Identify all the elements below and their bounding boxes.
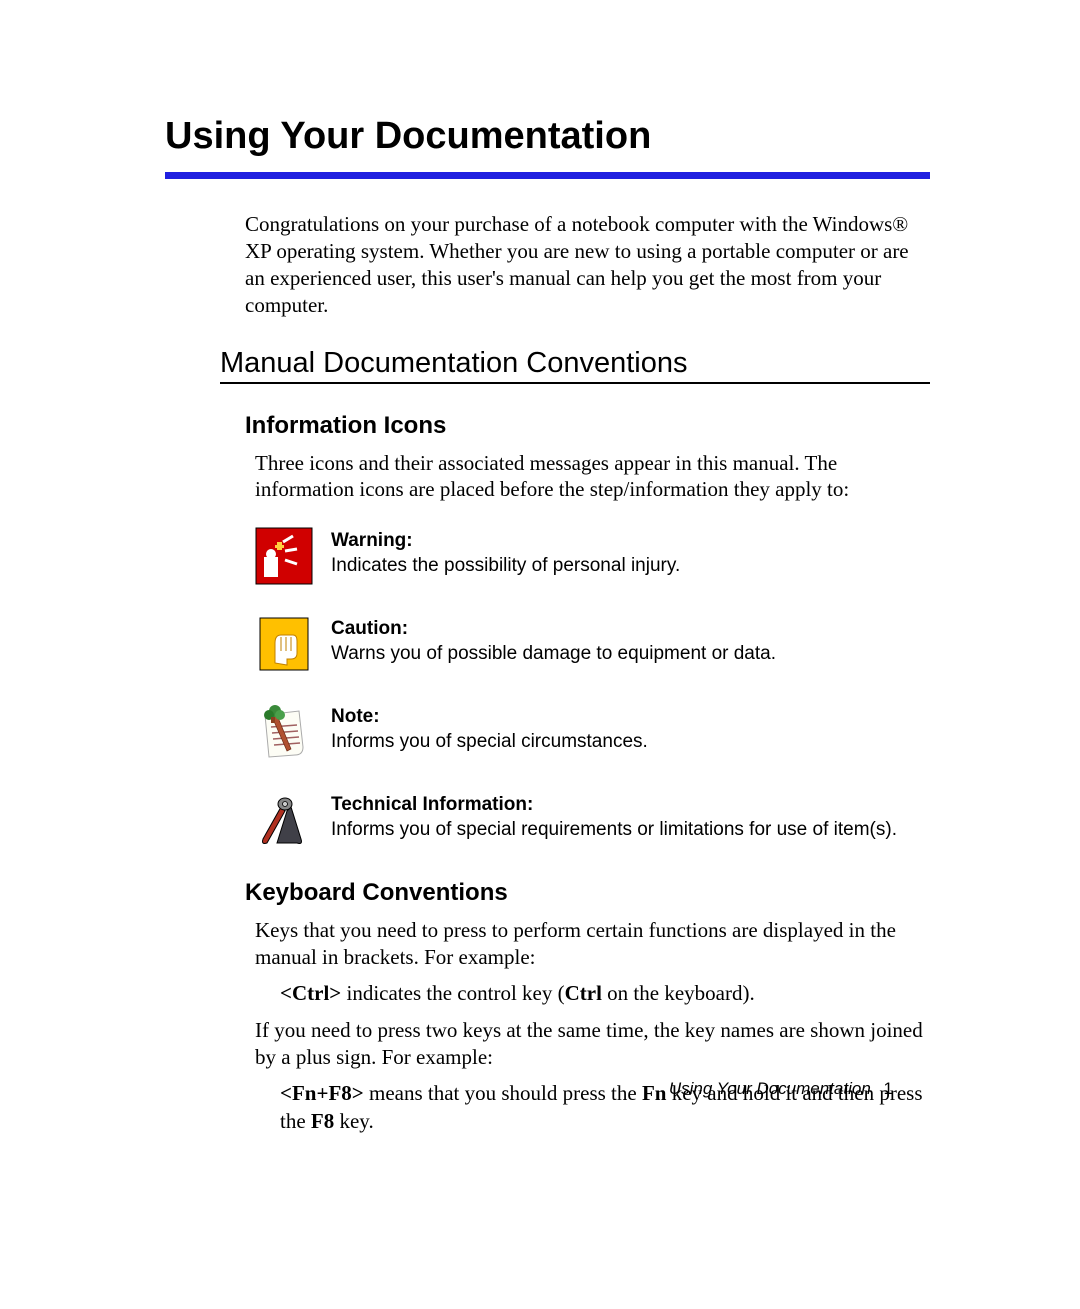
note-icon	[255, 703, 313, 761]
warning-desc: Indicates the possibility of personal in…	[331, 555, 680, 576]
page-title: Using Your Documentation	[165, 115, 930, 158]
ex1-bold: Ctrl	[565, 981, 602, 1005]
footer-title: Using Your Documentation	[669, 1079, 871, 1098]
ex2-end: key.	[334, 1109, 373, 1133]
title-rule	[165, 172, 930, 179]
ex1-mid: indicates the control key (	[341, 981, 564, 1005]
warning-text: Warning: Indicates the possibility of pe…	[331, 527, 680, 578]
technical-icon	[255, 791, 313, 849]
caution-desc: Warns you of possible damage to equipmen…	[331, 643, 776, 664]
ex1-end: on the keyboard).	[602, 981, 755, 1005]
info-icons-intro: Three icons and their associated message…	[255, 450, 930, 504]
warning-icon	[255, 527, 313, 585]
technical-text: Technical Information: Informs you of sp…	[331, 791, 897, 842]
keyboard-p1: Keys that you need to press to perform c…	[255, 917, 930, 971]
intro-paragraph: Congratulations on your purchase of a no…	[245, 211, 930, 319]
page-footer: Using Your Documentation 1	[669, 1079, 893, 1099]
note-label: Note:	[331, 706, 380, 727]
icon-block-warning: Warning: Indicates the possibility of pe…	[255, 527, 930, 585]
keyboard-ex1: <Ctrl> indicates the control key (Ctrl o…	[280, 979, 930, 1007]
icon-block-note: Note: Informs you of special circumstanc…	[255, 703, 930, 761]
ex2-b1: Fn	[642, 1081, 667, 1105]
info-icons-heading: Information Icons	[245, 412, 930, 440]
keyboard-heading: Keyboard Conventions	[245, 879, 930, 907]
note-desc: Informs you of special circumstances.	[331, 731, 648, 752]
keyboard-p2: If you need to press two keys at the sam…	[255, 1017, 930, 1071]
warning-label: Warning:	[331, 530, 413, 551]
section-rule	[220, 382, 930, 384]
ex1-key: <Ctrl>	[280, 981, 341, 1005]
icon-block-caution: Caution: Warns you of possible damage to…	[255, 615, 930, 673]
section-heading: Manual Documentation Conventions	[220, 347, 930, 380]
caution-icon	[255, 615, 313, 673]
ex2-key: <Fn+F8>	[280, 1081, 364, 1105]
technical-desc: Informs you of special requirements or l…	[331, 819, 897, 840]
caution-label: Caution:	[331, 618, 408, 639]
caution-text: Caution: Warns you of possible damage to…	[331, 615, 776, 666]
ex2-mid: means that you should press the	[364, 1081, 642, 1105]
technical-label: Technical Information:	[331, 794, 533, 815]
icon-block-technical: Technical Information: Informs you of sp…	[255, 791, 930, 849]
ex2-b2: F8	[311, 1109, 334, 1133]
note-text: Note: Informs you of special circumstanc…	[331, 703, 648, 754]
footer-page-number: 1	[884, 1079, 893, 1098]
